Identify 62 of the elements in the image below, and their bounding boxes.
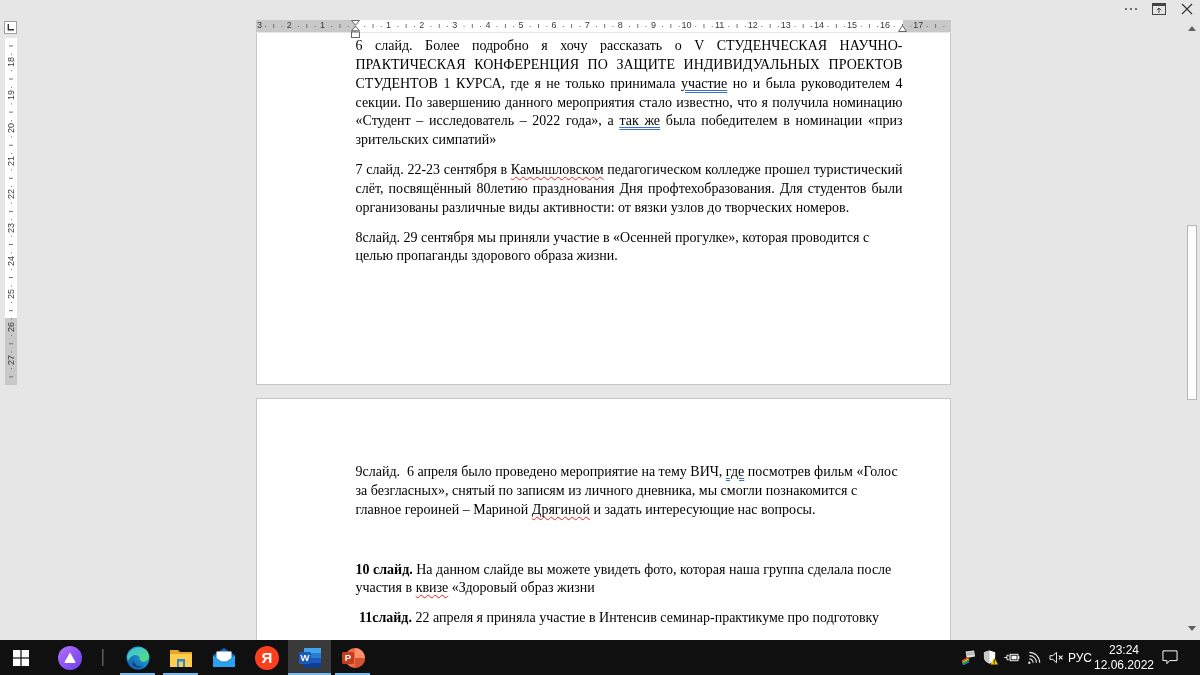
mail-icon [211,645,236,670]
paragraph: 9слайд. 6 апреля было проведено мероприятие на тему ВИЧ, где посмотрев фильм «Голос за безгласных», снятый по записям из личного дневника, мы смогли познакомится с главное героиней – Мариной Дрягиной и задать интересующие нас вопросы. [355,463,899,519]
ruler-number: 27 [6,354,16,365]
ruler-number: 11 [714,20,725,32]
letter-circle-icon: Я [254,645,279,670]
clock-time: 23:24 [1109,642,1139,658]
paragraph: 7 слайд. 22-23 сентября в Камышловском педагогическом колледже прошел туристический слёт, посвящённый 80летию празднования Дня профтехобразования. Для студентов были организованы различные виды активности: от вязки узлов до творческих номеров. [355,161,903,217]
ruler-number: 3 [257,20,262,32]
ruler-number: 18 [6,57,16,67]
ribbon-display-icon [1152,3,1166,15]
ruler-number: 10 [681,20,692,32]
close-icon [1181,3,1193,15]
ruler-number: 13 [780,20,791,32]
taskbar-button[interactable]: W [288,640,331,675]
ruler-number: 2 [419,20,425,32]
shield-warning-icon[interactable] [982,650,998,665]
paragraph: 10 слайд. На данном слайде вы можете увидеть фото, которая наша группа сделала после участия в квизе «Здоровый образ жизни [355,560,893,598]
assistant-icon [58,645,82,670]
wifi-icon[interactable] [1026,650,1042,665]
paragraph: 8слайд. 29 сентября мы приняли участие в «Осенней прогулке», которая проводится с целью пропаганды здорового образа жизни. [355,228,871,266]
ruler-number: 16 [880,20,891,32]
more-icon [1124,7,1138,11]
ruler-number: 7 [584,20,590,32]
tab-selector-button[interactable] [4,21,17,34]
ruler-number: 14 [813,20,824,32]
caret-up-icon [1188,25,1196,31]
ruler-number: 8 [617,20,623,32]
clock-date: 12.06.2022 [1093,657,1155,673]
language-indicator[interactable]: РУС [1068,650,1092,665]
ruler-number: 3 [452,20,458,32]
ruler-number: 17 [913,20,924,32]
browser-icon [125,645,150,670]
ruler-number: 1 [386,20,392,32]
taskbar-button[interactable]: Я [245,640,288,675]
caret-down-icon [1188,625,1196,631]
ruler-number: 24 [6,255,16,266]
ruler-number: 25 [6,288,16,299]
ruler-number: 15 [847,20,857,32]
ruler-number: 12 [747,20,758,32]
ruler-number: 4 [485,20,491,32]
ruler-number: 1 [319,20,325,32]
ruler-number: 22 [6,189,16,200]
paragraph: 6 слайд. Более подробно я хочу рассказать о V СТУДЕНЧЕСКАЯ НАУЧНО-ПРАКТИЧЕСКАЯ КОНФЕРЕНЦИЯ ПО ЗАЩИТЕ ИНДИВИДУАЛЬНЫХ ПРОЕКТОВ СТУДЕНТОВ 1 КУРСА, где я не только принимала участие но и была руководителем 4 секции. По завершению данного мероприятия стало известно, что я получила номинацию «Студент – исследователь – 2022 года», а так же была победителем в номинации «приз зрительских симпатий» [355,37,903,150]
ruler-number: 5 [518,20,524,32]
ruler-number: 20 [6,123,16,134]
tab-stop-icon [7,24,14,31]
ruler-number: 19 [6,90,16,101]
ruler-number: 26 [6,321,16,332]
ribbon-display-button[interactable] [1150,1,1168,17]
ruler-number: 2 [286,20,292,32]
ruler-number: 23 [6,222,16,233]
start-icon [12,649,29,666]
ruler-number: 21 [6,156,16,167]
battery-charging-icon[interactable] [1004,652,1020,663]
ruler-number: 9 [650,20,656,32]
scrollbar-thumb[interactable] [1187,225,1197,400]
graphics-app-icon[interactable] [960,650,976,665]
volume-muted-icon[interactable] [1048,651,1064,664]
notifications-icon [1162,650,1178,665]
indent-marker-icon[interactable] [351,20,360,38]
ruler-number: 6 [551,20,557,32]
paragraph: 11слайд. 22 апреля я приняла участие в Интенсив семинар-практикуме про подготовку [358,609,881,628]
